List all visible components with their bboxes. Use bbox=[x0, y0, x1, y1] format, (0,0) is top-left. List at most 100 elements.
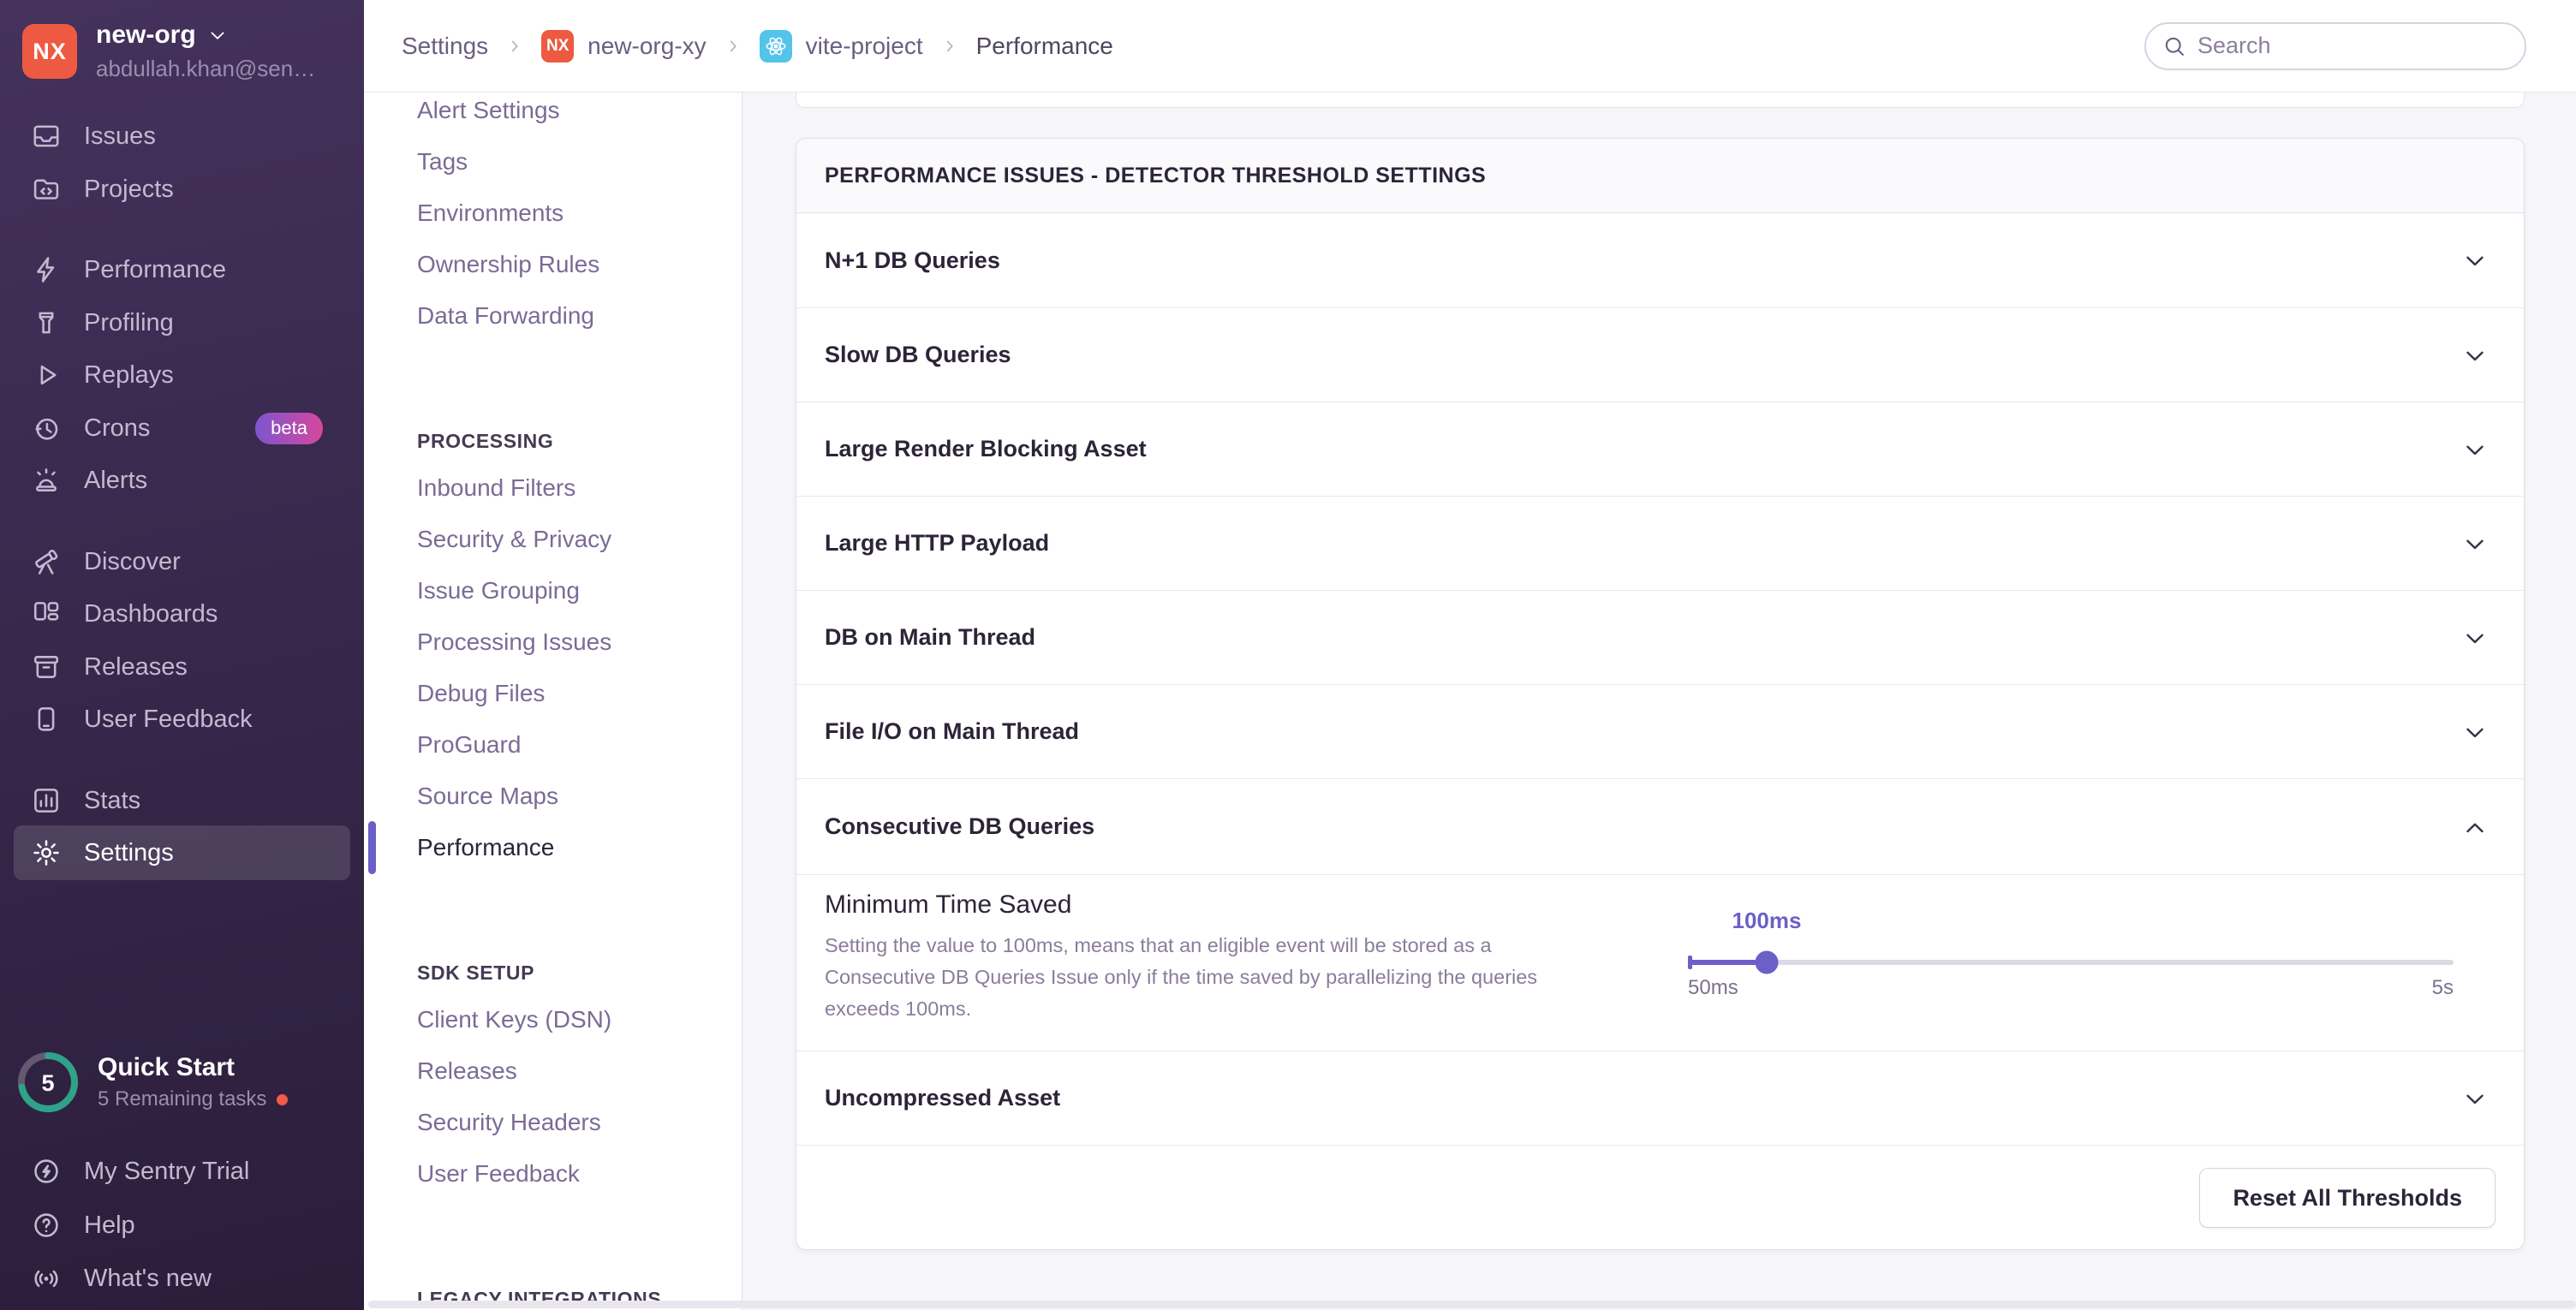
detector-row-label: Uncompressed Asset bbox=[825, 1085, 1060, 1111]
sidebar-item-dashboards[interactable]: Dashboards bbox=[0, 587, 364, 641]
breadcrumb-label: Performance bbox=[976, 33, 1113, 60]
sidebar-item-user-feedback[interactable]: User Feedback bbox=[0, 692, 364, 747]
settings-nav-item-proguard[interactable]: ProGuard bbox=[417, 726, 521, 764]
replays-icon bbox=[31, 360, 62, 390]
detector-rows: N+1 DB QueriesSlow DB Queries Large Rende… bbox=[796, 213, 2524, 1145]
settings-nav-item-security-headers[interactable]: Security Headers bbox=[417, 1104, 601, 1141]
detector-row-large-render-blocking-asset[interactable]: Large Render Blocking Asset bbox=[796, 402, 2524, 496]
settings-nav-item-environments[interactable]: Environments bbox=[417, 194, 564, 232]
quickstart-panel[interactable]: 5 Quick Start 5 Remaining tasks bbox=[15, 1050, 288, 1115]
settings-nav-item-client-keys-dsn-[interactable]: Client Keys (DSN) bbox=[417, 1001, 611, 1039]
breadcrumb-label: Settings bbox=[402, 33, 488, 60]
sidebar-item-releases[interactable]: Releases bbox=[0, 640, 364, 694]
content-area: PERFORMANCE ISSUES - DETECTOR THRESHOLD … bbox=[742, 92, 2576, 1310]
detector-row-file-i-o-on-main-thread[interactable]: File I/O on Main Thread bbox=[796, 684, 2524, 778]
settings-nav-item-performance[interactable]: Performance bbox=[417, 829, 554, 866]
breadcrumb-item-performance[interactable]: Performance bbox=[976, 33, 1113, 60]
horizontal-scrollbar[interactable] bbox=[368, 1301, 2576, 1308]
sidebar-item-label: Performance bbox=[84, 256, 226, 284]
slider-start-cap bbox=[1688, 956, 1692, 969]
app-root: NX new-org abdullah.khan@sen… IssuesProj… bbox=[0, 0, 2576, 1310]
quickstart-subtitle: 5 Remaining tasks bbox=[98, 1087, 266, 1111]
sidebar-item-discover[interactable]: Discover bbox=[0, 534, 364, 589]
slider-value-label: 100ms bbox=[1732, 908, 1802, 934]
chevron-down-icon bbox=[2460, 435, 2490, 464]
detector-row-db-on-main-thread[interactable]: DB on Main Thread bbox=[796, 590, 2524, 684]
feedback-icon bbox=[31, 704, 62, 735]
settings-nav-item-processing-issues[interactable]: Processing Issues bbox=[417, 623, 611, 661]
sidebar-item-label: Settings bbox=[84, 839, 174, 867]
active-item-indicator bbox=[368, 821, 376, 874]
panel-footer: Reset All Thresholds bbox=[796, 1145, 2524, 1250]
sidebar-item-stats[interactable]: Stats bbox=[0, 773, 364, 828]
slider-track[interactable] bbox=[1688, 960, 2454, 965]
search-box[interactable] bbox=[2144, 22, 2526, 70]
settings-nav-item-user-feedback[interactable]: User Feedback bbox=[417, 1155, 580, 1193]
settings-nav-item-issue-grouping[interactable]: Issue Grouping bbox=[417, 572, 580, 610]
breadcrumb-item-vite-project[interactable]: vite-project bbox=[760, 30, 923, 63]
sidebar-item-label: Alerts bbox=[84, 467, 147, 495]
detector-row-large-http-payload[interactable]: Large HTTP Payload bbox=[796, 496, 2524, 590]
sidebar-item-projects[interactable]: Projects bbox=[0, 162, 364, 217]
settings-nav-item-debug-files[interactable]: Debug Files bbox=[417, 675, 545, 712]
settings-nav-item-ownership-rules[interactable]: Ownership Rules bbox=[417, 246, 599, 283]
settings-nav-item-security-privacy[interactable]: Security & Privacy bbox=[417, 521, 611, 558]
settings-nav-item-inbound-filters[interactable]: Inbound Filters bbox=[417, 469, 575, 507]
sidebar-item-what-s-new[interactable]: What's new bbox=[0, 1251, 364, 1306]
sidebar-item-label: What's new bbox=[84, 1265, 212, 1293]
sidebar-item-settings[interactable]: Settings bbox=[14, 825, 350, 880]
detector-row-label: Large Render Blocking Asset bbox=[825, 436, 1147, 462]
detector-row-slow-db-queries[interactable]: Slow DB Queries bbox=[796, 307, 2524, 402]
sidebar-item-replays[interactable]: Replays bbox=[0, 348, 364, 402]
breadcrumb-item-settings[interactable]: Settings bbox=[402, 33, 488, 60]
topbar: Settings NXnew-org-xy vite-project Performa… bbox=[364, 0, 2576, 92]
detector-row-n-1-db-queries[interactable]: N+1 DB Queries bbox=[796, 213, 2524, 307]
sidebar-item-crons[interactable]: Cronsbeta bbox=[0, 401, 364, 456]
chevron-down-icon bbox=[2460, 1084, 2490, 1113]
org-switcher[interactable]: NX new-org abdullah.khan@sen… bbox=[22, 21, 352, 82]
sidebar-item-help[interactable]: Help bbox=[0, 1198, 364, 1253]
search-input[interactable] bbox=[2197, 33, 2509, 59]
quickstart-title: Quick Start bbox=[98, 1053, 288, 1082]
threshold-settings-panel: PERFORMANCE ISSUES - DETECTOR THRESHOLD … bbox=[796, 138, 2525, 1250]
sidebar-item-profiling[interactable]: Profiling bbox=[0, 295, 364, 350]
breadcrumb-item-new-org-xy[interactable]: NXnew-org-xy bbox=[541, 30, 706, 63]
trial-icon bbox=[31, 1156, 62, 1187]
discover-icon bbox=[31, 546, 62, 577]
sidebar-item-issues[interactable]: Issues bbox=[0, 109, 364, 164]
sidebar-item-label: Replays bbox=[84, 361, 174, 390]
issues-icon bbox=[31, 121, 62, 152]
dashboards-icon bbox=[31, 598, 62, 629]
detector-row-label: Consecutive DB Queries bbox=[825, 813, 1094, 840]
settings-nav-header: PROCESSING bbox=[417, 427, 553, 455]
performance-icon bbox=[31, 254, 62, 285]
slider-min-label: 50ms bbox=[1688, 976, 1738, 1000]
releases-icon bbox=[31, 652, 62, 682]
org-avatar: NX bbox=[22, 24, 77, 79]
sidebar-item-label: Dashboards bbox=[84, 600, 218, 628]
sidebar-item-label: Discover bbox=[84, 548, 181, 576]
detector-row-consecutive-db-queries[interactable]: Consecutive DB Queries bbox=[796, 778, 2524, 874]
settings-nav-item-source-maps[interactable]: Source Maps bbox=[417, 777, 558, 815]
org-email: abdullah.khan@sen… bbox=[96, 56, 315, 82]
settings-nav-item-tags[interactable]: Tags bbox=[417, 143, 468, 181]
settings-nav-item-data-forwarding[interactable]: Data Forwarding bbox=[417, 297, 594, 335]
detector-row-uncompressed-asset[interactable]: Uncompressed Asset bbox=[796, 1051, 2524, 1145]
org-name: new-org bbox=[96, 21, 196, 50]
chevron-down-icon bbox=[2460, 623, 2490, 652]
sidebar-item-my-sentry-trial[interactable]: My Sentry Trial bbox=[0, 1144, 364, 1199]
chevron-down-icon bbox=[2460, 246, 2490, 275]
slider-thumb[interactable] bbox=[1756, 951, 1779, 974]
sidebar-item-label: Profiling bbox=[84, 309, 174, 337]
sidebar-item-label: Stats bbox=[84, 787, 140, 815]
breadcrumb-label: new-org-xy bbox=[587, 33, 706, 60]
sidebar-item-alerts[interactable]: Alerts bbox=[0, 453, 364, 508]
previous-panel-edge bbox=[796, 92, 2525, 108]
stats-icon bbox=[31, 785, 62, 816]
settings-nav-item-alert-settings[interactable]: Alert Settings bbox=[417, 92, 560, 129]
sidebar-item-performance[interactable]: Performance bbox=[0, 242, 364, 297]
settings-nav-item-releases[interactable]: Releases bbox=[417, 1052, 517, 1090]
detector-row-label: DB on Main Thread bbox=[825, 624, 1035, 651]
crons-icon bbox=[31, 413, 62, 444]
reset-all-thresholds-button[interactable]: Reset All Thresholds bbox=[2199, 1168, 2496, 1228]
